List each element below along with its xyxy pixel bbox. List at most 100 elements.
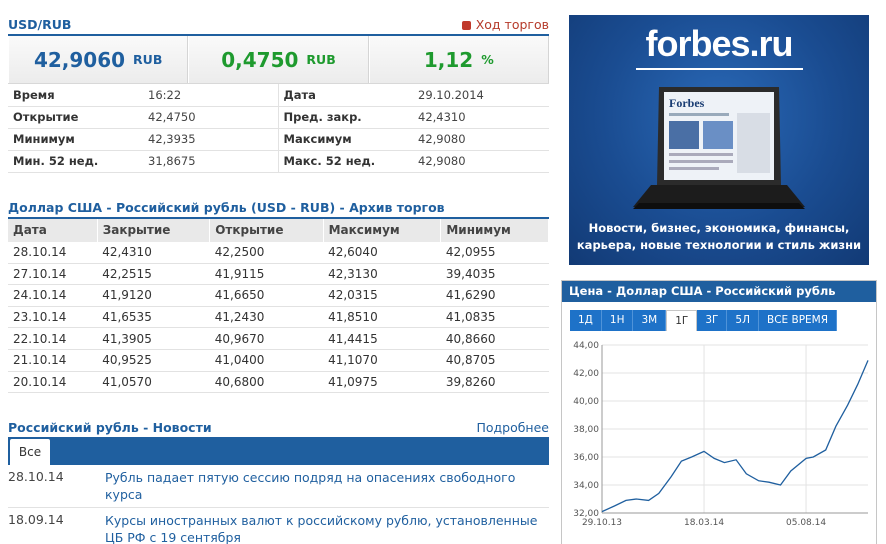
archive-cell: 40,9525 <box>97 349 210 372</box>
left-column: USD/RUB Ход торгов 42,9060 RUB 0,4750 RU… <box>8 14 549 544</box>
stats-label: Макс. 52 нед. <box>278 150 413 173</box>
archive-row: 20.10.14 41,0570 40,6800 41,0975 39,8260 <box>8 371 549 394</box>
x-tick-label: 05.08.14 <box>786 518 826 528</box>
ad-screen-logo: Forbes <box>669 96 705 110</box>
range-button[interactable]: 3М <box>633 310 667 331</box>
stats-value: 29.10.2014 <box>413 84 549 107</box>
archive-cell: 42,6040 <box>323 241 441 264</box>
archive-row: 23.10.14 41,6535 41,2430 41,8510 41,0835 <box>8 306 549 329</box>
archive-cell: 23.10.14 <box>8 306 98 329</box>
ad-text-line2: карьера, новые технологии и стиль жизни <box>576 238 862 252</box>
chart-title: Цена - Доллар США - Российский рубль <box>562 281 876 302</box>
stats-row: Открытие 42,4750 Пред. закр. 42,4310 <box>8 106 549 129</box>
archive-cell: 41,6650 <box>209 284 324 307</box>
news-headline-link[interactable]: Курсы иностранных валют к российскому ру… <box>105 512 549 544</box>
archive-cell: 41,4415 <box>323 327 441 350</box>
archive-column-header[interactable]: Дата <box>8 218 98 242</box>
change-cell: 0,4750 RUB <box>188 36 369 83</box>
range-button[interactable]: 1Н <box>601 310 634 331</box>
archive-cell: 41,9120 <box>97 284 210 307</box>
quote-bar: 42,9060 RUB 0,4750 RUB 1,12 % <box>8 36 549 84</box>
range-button[interactable]: ВСЕ ВРЕМЯ <box>758 310 838 331</box>
archive-cell: 42,0955 <box>440 241 549 264</box>
quote-header: USD/RUB Ход торгов <box>8 14 549 36</box>
news-date: 18.09.14 <box>8 512 64 528</box>
change-pct-value: 1,12 <box>423 47 474 72</box>
range-button[interactable]: 1Г <box>666 310 698 331</box>
forbes-ad-banner[interactable]: forbes.ru Forbes Новости, бизнес, эконом… <box>569 15 869 265</box>
archive-cell: 40,8705 <box>440 349 549 372</box>
pair-title: USD/RUB <box>8 17 72 32</box>
range-button[interactable]: 5Л <box>727 310 759 331</box>
stats-label: Максимум <box>278 128 413 151</box>
stats-row: Время 16:22 Дата 29.10.2014 <box>8 84 549 107</box>
live-trading-label: Ход торгов <box>475 17 549 32</box>
tab-all[interactable]: Все <box>10 439 50 466</box>
ad-text-line1: Новости, бизнес, экономика, финансы, <box>588 221 850 235</box>
stats-value: 31,8675 <box>143 150 279 173</box>
y-tick-label: 44,00 <box>573 341 599 351</box>
stats-value: 42,9080 <box>413 150 549 173</box>
archive-title[interactable]: Доллар США - Российский рубль (USD - RUB… <box>8 199 445 217</box>
stats-label: Мин. 52 нед. <box>8 150 143 173</box>
price-unit: RUB <box>133 52 163 67</box>
archive-column-header[interactable]: Минимум <box>440 218 549 242</box>
archive-cell: 39,4035 <box>440 263 549 286</box>
stats-label: Открытие <box>8 106 143 129</box>
archive-cell: 42,2515 <box>97 263 210 286</box>
archive-cell: 41,9115 <box>209 263 324 286</box>
news-headline-link[interactable]: Рубль падает пятую сессию подряд на опас… <box>105 469 549 503</box>
archive-cell: 39,8260 <box>440 371 549 394</box>
stats-value: 16:22 <box>143 84 279 107</box>
news-item: 28.10.14 Рубль падает пятую сессию подряд… <box>8 465 549 509</box>
stats-row: Мин. 52 нед. 31,8675 Макс. 52 нед. 42,9080 <box>8 150 549 173</box>
news-title[interactable]: Российский рубль - Новости <box>8 419 212 437</box>
archive-cell: 42,4310 <box>97 241 210 264</box>
archive-cell: 41,1070 <box>323 349 441 372</box>
archive-cell: 40,8660 <box>440 327 549 350</box>
price-value: 42,9060 <box>33 47 126 72</box>
stats-value: 42,3935 <box>143 128 279 151</box>
ad-logo: forbes.ru <box>645 23 793 64</box>
change-value: 0,4750 <box>221 47 299 72</box>
x-tick-label: 29.10.13 <box>582 518 622 528</box>
range-button[interactable]: 1Д <box>570 310 602 331</box>
archive-cell: 40,6800 <box>209 371 324 394</box>
archive-cell: 41,0570 <box>97 371 210 394</box>
stats-label: Минимум <box>8 128 143 151</box>
stats-table: Время 16:22 Дата 29.10.2014 Открытие 42,4750 П… <box>8 84 549 173</box>
archive-row: 21.10.14 40,9525 41,0400 41,1070 40,8705 <box>8 349 549 372</box>
y-tick-label: 38,00 <box>573 425 599 435</box>
archive-column-header[interactable]: Закрытие <box>97 218 211 242</box>
y-tick-label: 42,00 <box>573 369 599 379</box>
range-button[interactable]: 3Г <box>697 310 728 331</box>
news-section: Российский рубль - Новости Подробнее Все… <box>8 415 549 544</box>
archive-cell: 41,8510 <box>323 306 441 329</box>
y-tick-label: 36,00 <box>573 453 599 463</box>
news-item: 18.09.14 Курсы иностранных валют к россий… <box>8 508 549 544</box>
stats-label: Дата <box>278 84 413 107</box>
archive-row: 27.10.14 42,2515 41,9115 42,3130 39,4035 <box>8 263 549 286</box>
archive-row: 24.10.14 41,9120 41,6650 42,0315 41,6290 <box>8 284 549 307</box>
news-more-link[interactable]: Подробнее <box>476 419 549 437</box>
archive-column-header[interactable]: Максимум <box>323 218 442 242</box>
record-icon <box>461 20 471 30</box>
archive-column-header[interactable]: Открытие <box>209 218 324 242</box>
change-pct-cell: 1,12 % <box>368 36 549 83</box>
price-cell: 42,9060 RUB <box>8 36 189 83</box>
news-date: 28.10.14 <box>8 469 64 485</box>
archive-cell: 42,3130 <box>323 263 441 286</box>
archive-table: Дата Закрытие Открытие Максимум Минимум 28.1… <box>8 218 549 394</box>
news-header: Российский рубль - Новости Подробнее <box>8 415 549 437</box>
price-chart: 32,0034,0036,0038,0040,0042,0044,0029.10… <box>573 341 869 528</box>
live-trading-link[interactable]: Ход торгов <box>461 16 549 34</box>
news-list: 28.10.14 Рубль падает пятую сессию подряд… <box>8 465 549 544</box>
archive-section: Доллар США - Российский рубль (USD - RUB… <box>8 197 549 394</box>
price-series-line <box>601 360 869 513</box>
news-tabbar: Все <box>8 437 549 466</box>
archive-cell: 41,0835 <box>440 306 549 329</box>
stats-value: 42,4310 <box>413 106 549 129</box>
archive-cell: 20.10.14 <box>8 371 98 394</box>
archive-cell: 41,2430 <box>209 306 324 329</box>
range-buttons: 1Д 1Н 3М 1Г 3Г 5Л ВСЕ ВРЕМЯ <box>570 310 876 331</box>
